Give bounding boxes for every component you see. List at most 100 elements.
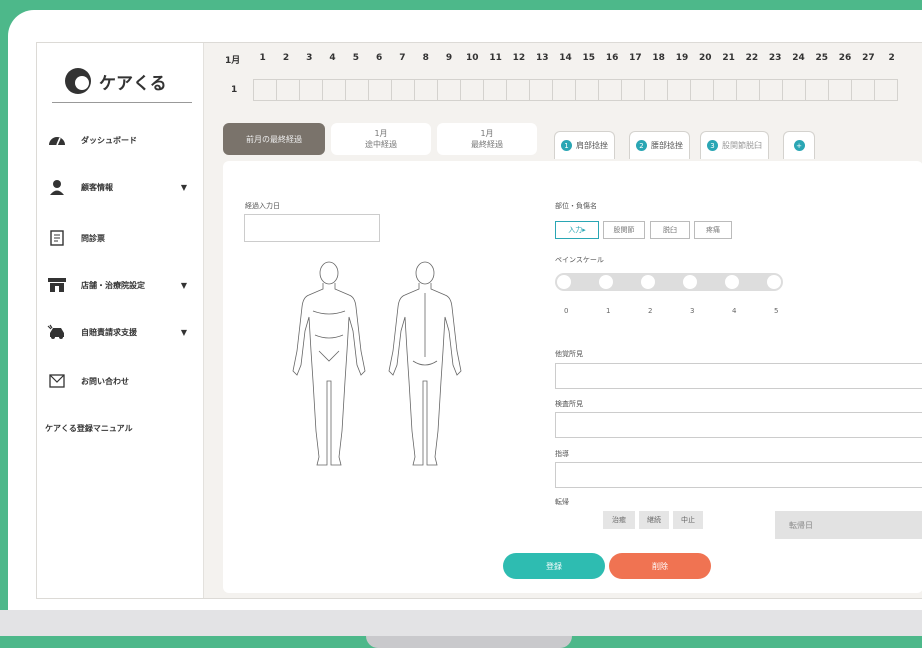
calendar-cell[interactable] [277,79,300,101]
calendar-cell[interactable] [668,79,691,101]
tab-number: 3 [707,140,718,151]
plus-icon: + [793,140,805,151]
exam-findings-label: 検査所見 [555,400,583,408]
chip-hip-joint[interactable]: 股関節 [603,221,645,239]
tab-part-2[interactable]: 2 腰部捻挫 [629,131,690,159]
calendar-cell[interactable] [415,79,438,101]
calendar-cell[interactable] [691,79,714,101]
outcome-date-field[interactable]: 転帰日 [775,511,922,539]
calendar-cell[interactable] [553,79,576,101]
sidebar: ケアくる ダッシュボード 顧客情報 ▼ 問診票 店舗・治療院設定 ▼ 自賠責請求… [37,43,204,598]
calendar-cell[interactable] [253,79,277,101]
tab-label: 腰部捻挫 [651,141,683,150]
calendar-day: 27 [862,53,875,63]
calendar-day: 15 [582,53,596,63]
calendar-cell[interactable] [645,79,668,101]
pain-number: 3 [690,307,695,315]
sidebar-item-questionnaire[interactable]: 問診票 [47,227,197,249]
outcome-cured-button[interactable]: 治癒 [603,511,635,529]
objective-findings-input[interactable] [555,363,922,389]
calendar-cell[interactable] [829,79,852,101]
calendar-day: 7 [399,53,406,63]
calendar: 1月 1 2 3 4 5 6 7 8 9 10 11 12 13 14 15 16 17 18 19 20 21 22 23… [225,53,922,123]
calendar-cell[interactable] [346,79,369,101]
calendar-cell[interactable] [576,79,599,101]
guidance-input[interactable] [555,462,922,488]
logo-text: ケアくる [99,73,167,94]
calendar-day: 17 [629,53,642,63]
calendar-cell[interactable] [783,79,806,101]
calendar-cell[interactable] [737,79,760,101]
calendar-day: 22 [745,53,759,63]
tab-final-progress[interactable]: 1月 最終経過 [437,123,537,155]
tab-mid-progress[interactable]: 1月 途中経過 [331,123,431,155]
calendar-cell[interactable] [852,79,875,101]
pain-scale[interactable] [555,273,783,291]
calendar-cell[interactable] [806,79,829,101]
body-diagram[interactable] [283,261,483,471]
guidance-label: 指導 [555,450,569,458]
calendar-day: 21 [722,53,735,63]
delete-button[interactable]: 削除 [609,553,711,579]
add-tab-button[interactable]: + [783,131,815,159]
sidebar-item-contact[interactable]: お問い合わせ [47,370,197,392]
sidebar-item-label: ダッシュボード [81,135,137,145]
objective-findings-label: 他覚所見 [555,350,583,358]
tab-part-1[interactable]: 1 肩部捻挫 [554,131,615,159]
calendar-cell[interactable] [392,79,415,101]
pain-option-2[interactable] [641,275,655,289]
sidebar-item-insurance-claim[interactable]: 自賠責請求支援 ▼ [47,321,197,343]
pain-option-0[interactable] [557,275,571,289]
calendar-cell[interactable] [438,79,461,101]
dashboard-icon [47,131,67,149]
pain-option-4[interactable] [725,275,739,289]
pain-option-5[interactable] [767,275,781,289]
outcome-continue-button[interactable]: 継続 [639,511,669,529]
calendar-cell[interactable] [323,79,346,101]
calendar-cell[interactable] [599,79,622,101]
register-button[interactable]: 登録 [503,553,605,579]
sidebar-item-label: 自賠責請求支援 [81,327,137,337]
calendar-cell[interactable] [760,79,783,101]
sidebar-item-customer[interactable]: 顧客情報 ▼ [47,176,197,198]
pain-number: 2 [648,307,653,315]
tab-part-3[interactable]: 3 股関節脱臼 [700,131,769,159]
calendar-day: 4 [329,53,336,63]
sidebar-item-label: お問い合わせ [81,376,129,386]
calendar-cell[interactable] [484,79,507,101]
calendar-cell[interactable] [530,79,553,101]
pain-number: 1 [606,307,611,315]
pain-option-1[interactable] [599,275,613,289]
calendar-day: 14 [559,53,572,63]
calendar-cell[interactable] [369,79,392,101]
sidebar-item-dashboard[interactable]: ダッシュボード [47,129,197,151]
exam-findings-input[interactable] [555,412,922,438]
calendar-day: 12 [512,53,526,63]
manual-link[interactable]: ケアくる登録マニュアル [45,423,133,434]
calendar-cell[interactable] [714,79,737,101]
calendar-cell[interactable] [622,79,645,101]
calendar-cell[interactable] [875,79,898,101]
input-chip[interactable]: 入力▸ [555,221,599,239]
calendar-day: 1 [259,53,266,63]
date-input[interactable] [244,214,380,242]
calendar-cell[interactable] [507,79,530,101]
calendar-day: 2 [888,53,895,63]
outcome-stop-button[interactable]: 中止 [673,511,703,529]
calendar-cell[interactable] [461,79,484,101]
divider [52,102,192,103]
calendar-day: 5 [352,53,359,63]
document-icon [47,229,67,247]
calendar-row-label: 1 [231,85,238,95]
chip-pain[interactable]: 疼痛 [694,221,732,239]
chip-dislocation[interactable]: 脱臼 [650,221,690,239]
tab-previous-final[interactable]: 前月の最終経過 [223,123,325,155]
calendar-cell[interactable] [300,79,323,101]
sidebar-item-store-settings[interactable]: 店舗・治療院設定 ▼ [47,274,197,296]
calendar-day: 19 [675,53,689,63]
person-icon [47,178,67,196]
pain-option-3[interactable] [683,275,697,289]
calendar-day: 6 [376,53,383,63]
calendar-day: 10 [466,53,479,63]
logo[interactable]: ケアくる [65,63,167,99]
